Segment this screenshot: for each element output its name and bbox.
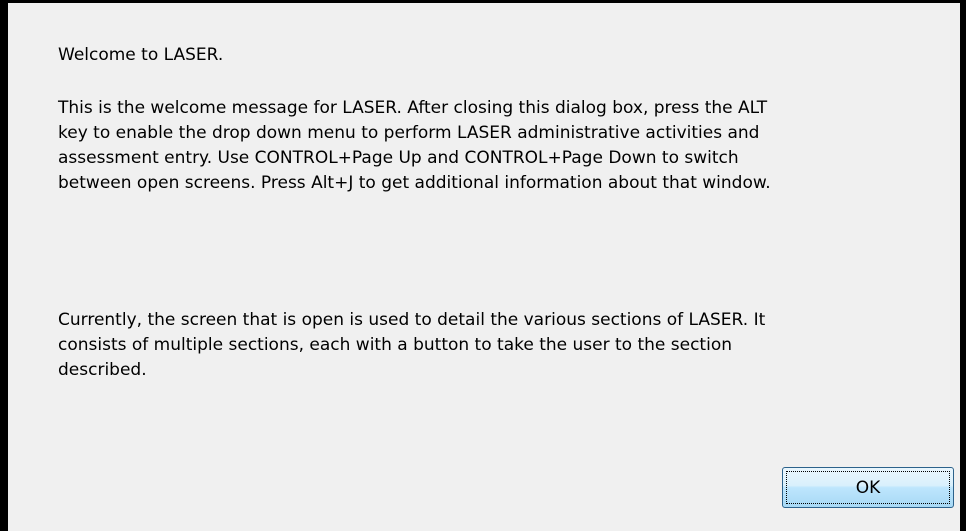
paragraph-2-line: consists of multiple sections, each with… [58,335,732,355]
paragraph-1-line: assessment entry. Use CONTROL+Page Up an… [58,148,739,168]
ok-button[interactable]: OK [782,467,954,508]
message-paragraph-1: This is the welcome message for LASER. A… [58,96,771,196]
paragraph-1-line: This is the welcome message for LASER. A… [58,98,768,118]
welcome-dialog: Welcome to LASER. This is the welcome me… [0,0,966,531]
paragraph-2-line: Currently, the screen that is open is us… [58,310,766,330]
paragraph-1-line: between open screens. Press Alt+J to get… [58,173,771,193]
paragraph-2-line: described. [58,360,147,380]
message-paragraph-2: Currently, the screen that is open is us… [58,308,765,383]
paragraph-1-line: key to enable the drop down menu to perf… [58,123,760,143]
welcome-line: Welcome to LASER. [58,45,224,65]
